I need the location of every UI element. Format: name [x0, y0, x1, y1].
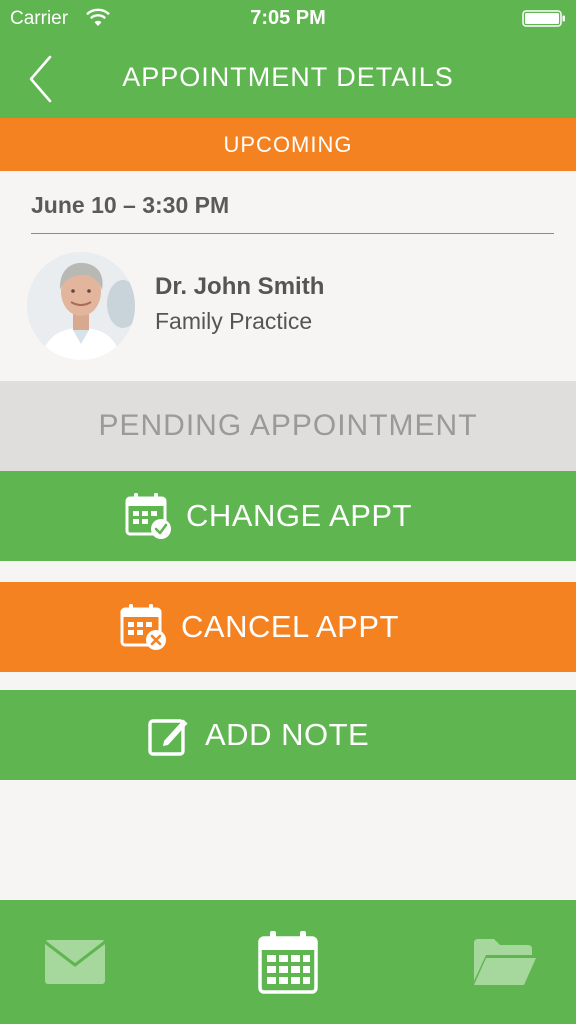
add-note-label: ADD NOTE	[205, 717, 370, 752]
tab-bar	[0, 900, 576, 1024]
page-title: APPOINTMENT DETAILS	[122, 62, 454, 92]
change-appointment-button[interactable]: CHANGE APPT	[0, 471, 576, 561]
folder-icon	[474, 939, 536, 985]
edit-note-icon	[148, 718, 189, 756]
doctor-name: Dr. John Smith	[155, 273, 325, 300]
doctor-specialty: Family Practice	[155, 308, 313, 334]
battery-icon	[522, 10, 565, 27]
tab-appointments[interactable]	[243, 900, 333, 1024]
cancel-appointment-button[interactable]: CANCEL APPT	[0, 582, 576, 672]
status-time: 7:05 PM	[250, 7, 326, 29]
calendar-icon	[258, 931, 318, 994]
divider	[31, 233, 554, 234]
add-note-button[interactable]: ADD NOTE	[0, 690, 576, 780]
pending-appointment-banner: PENDING APPOINTMENT	[0, 381, 576, 471]
tab-records[interactable]	[460, 900, 550, 1024]
cancel-appointment-label: CANCEL APPT	[181, 609, 399, 644]
change-appointment-label: CHANGE APPT	[186, 498, 412, 533]
appointment-datetime: June 10 – 3:30 PM	[31, 192, 230, 218]
nav-bar: APPOINTMENT DETAILS	[0, 40, 576, 118]
appointment-status-badge: UPCOMING	[0, 118, 576, 171]
calendar-check-icon	[125, 493, 171, 539]
status-bar: Carrier 7:05 PM	[0, 0, 576, 40]
mail-icon	[44, 940, 106, 984]
doctor-avatar	[27, 252, 135, 360]
tab-messages[interactable]	[30, 900, 120, 1024]
calendar-cancel-icon	[120, 604, 166, 650]
doctor-photo	[27, 252, 135, 360]
